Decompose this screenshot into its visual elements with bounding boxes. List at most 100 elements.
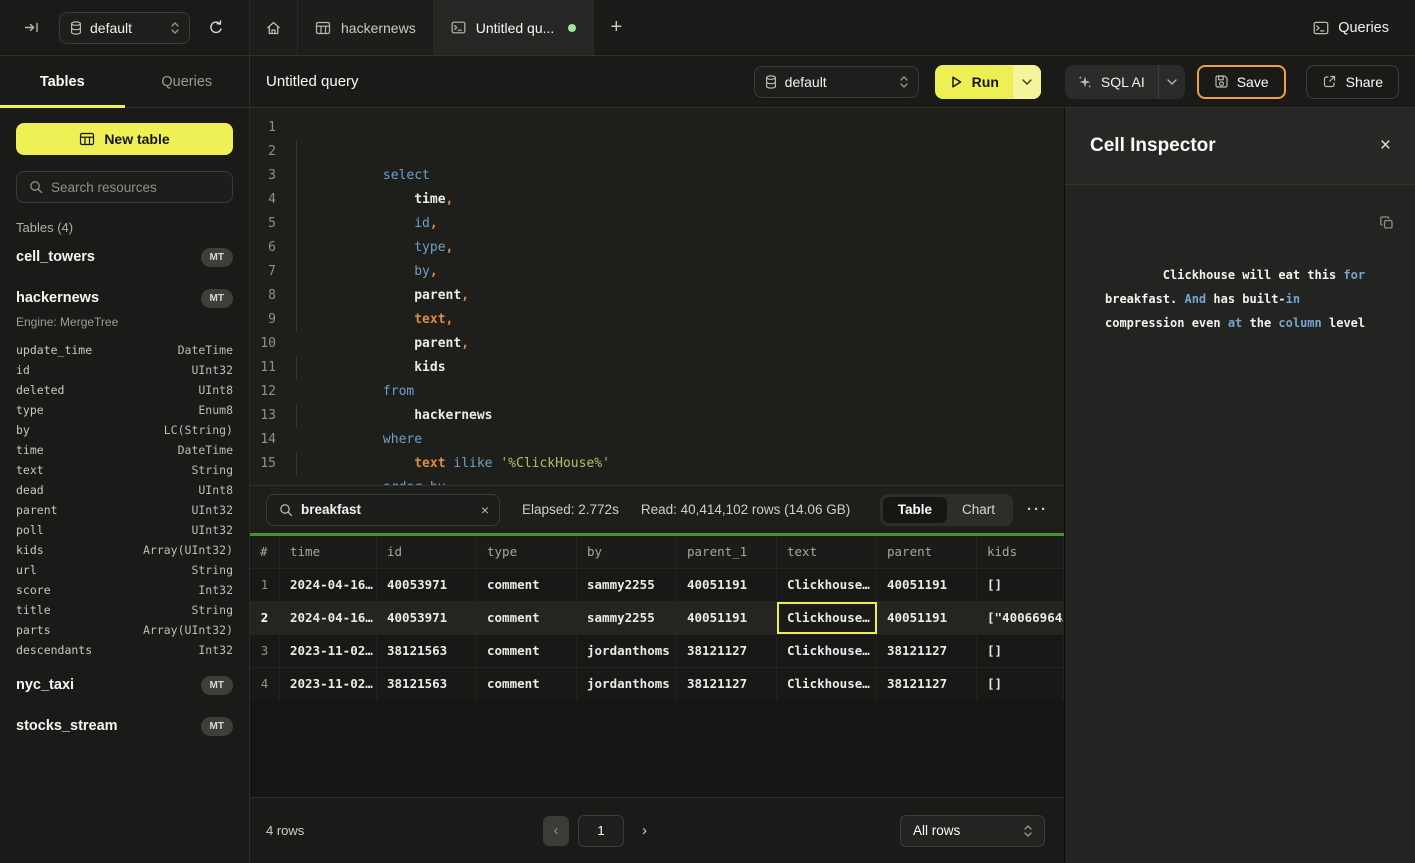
code-line[interactable]: 6 parent, xyxy=(250,236,1064,260)
code-line[interactable]: 8 parent, xyxy=(250,284,1064,308)
code-line[interactable]: 3 id, xyxy=(250,164,1064,188)
code-line[interactable]: 14 order by xyxy=(250,428,1064,452)
more-options-button[interactable]: ··· xyxy=(1027,501,1048,518)
table-cell[interactable]: 4 xyxy=(250,668,280,700)
copy-button[interactable] xyxy=(1379,215,1395,231)
table-cell[interactable]: Clickhouse… xyxy=(777,569,877,601)
table-cell[interactable]: 2 xyxy=(250,602,280,634)
page-size-select[interactable]: All rows xyxy=(900,815,1045,847)
table-cell[interactable]: Clickhouse… xyxy=(777,635,877,667)
table-cell[interactable]: 2023-11-02… xyxy=(280,635,377,667)
sidebar-table-item[interactable]: hackernews MT xyxy=(16,282,233,314)
code-line[interactable]: 13 text ilike '%ClickHouse%' xyxy=(250,404,1064,428)
table-row[interactable]: 22024-04-16…40053971commentsammy22554005… xyxy=(250,601,1064,634)
column-header[interactable]: type xyxy=(477,536,577,568)
column-header[interactable]: kids xyxy=(977,536,1064,568)
search-resources-input[interactable] xyxy=(51,180,222,195)
table-cell[interactable]: 1 xyxy=(250,569,280,601)
table-cell[interactable]: 40051191 xyxy=(677,602,777,634)
column-header[interactable]: id xyxy=(377,536,477,568)
table-cell[interactable]: 40051191 xyxy=(877,569,977,601)
column-header[interactable]: time xyxy=(280,536,377,568)
new-table-button[interactable]: New table xyxy=(16,123,233,155)
table-row[interactable]: 32023-11-02…38121563commentjordanthoms38… xyxy=(250,634,1064,667)
page-number-input[interactable] xyxy=(578,815,624,847)
table-cell[interactable]: 40053971 xyxy=(377,569,477,601)
table-cell[interactable]: 38121127 xyxy=(677,635,777,667)
view-toggle-table[interactable]: Table xyxy=(883,497,947,523)
sidebar-table-item[interactable]: cell_towers MT xyxy=(16,241,233,273)
sql-ai-button[interactable]: SQL AI xyxy=(1065,65,1158,99)
code-line[interactable]: 2 time, xyxy=(250,140,1064,164)
code-line[interactable]: 4 type, xyxy=(250,188,1064,212)
column-header[interactable]: text xyxy=(777,536,877,568)
table-cell[interactable]: 2024-04-16… xyxy=(280,569,377,601)
tab-home[interactable] xyxy=(250,0,298,55)
tab-untitled-query[interactable]: Untitled qu... xyxy=(434,0,595,55)
close-inspector-button[interactable]: × xyxy=(1380,135,1391,157)
sidebar-tab-queries[interactable]: Queries xyxy=(125,56,250,107)
table-row[interactable]: 42023-11-02…38121563commentjordanthoms38… xyxy=(250,667,1064,700)
sql-ai-options-button[interactable] xyxy=(1158,65,1185,99)
code-line[interactable]: 7 text, xyxy=(250,260,1064,284)
code-line[interactable]: 11 hackernews xyxy=(250,356,1064,380)
database-select[interactable]: default xyxy=(59,12,190,44)
table-cell[interactable]: Clickhouse… xyxy=(777,668,877,700)
code-line[interactable]: 5 by, xyxy=(250,212,1064,236)
table-cell[interactable]: [] xyxy=(977,635,1064,667)
table-cell[interactable]: sammy2255 xyxy=(577,602,677,634)
table-cell[interactable]: 38121563 xyxy=(377,635,477,667)
table-cell[interactable]: 2023-11-02… xyxy=(280,668,377,700)
tab-hackernews[interactable]: hackernews xyxy=(298,0,434,55)
table-cell[interactable]: comment xyxy=(477,668,577,700)
table-cell[interactable]: 40051191 xyxy=(877,602,977,634)
table-cell[interactable]: 38121563 xyxy=(377,668,477,700)
table-cell[interactable]: 3 xyxy=(250,635,280,667)
sidebar-tab-tables[interactable]: Tables xyxy=(0,56,125,107)
table-cell[interactable]: 38121127 xyxy=(677,668,777,700)
table-cell[interactable]: 2024-04-16… xyxy=(280,602,377,634)
table-cell[interactable]: [] xyxy=(977,569,1064,601)
column-header[interactable]: by xyxy=(577,536,677,568)
table-row[interactable]: 12024-04-16…40053971commentsammy22554005… xyxy=(250,568,1064,601)
clear-search-button[interactable]: × xyxy=(481,502,489,518)
table-cell[interactable]: 38121127 xyxy=(877,668,977,700)
code-line[interactable]: 9 kids xyxy=(250,308,1064,332)
code-line[interactable]: 15 time desc xyxy=(250,452,1064,476)
queries-shortcut-button[interactable]: Queries xyxy=(1313,0,1415,55)
table-cell[interactable]: 38121127 xyxy=(877,635,977,667)
new-tab-button[interactable]: + xyxy=(594,0,638,55)
code-line[interactable]: 1 select xyxy=(250,116,1064,140)
column-header[interactable]: # xyxy=(250,536,280,568)
save-button[interactable]: Save xyxy=(1197,65,1286,99)
table-cell[interactable]: jordanthoms xyxy=(577,635,677,667)
run-button[interactable]: Run xyxy=(935,65,1013,99)
table-cell[interactable]: comment xyxy=(477,569,577,601)
view-toggle-chart[interactable]: Chart xyxy=(947,497,1010,523)
results-search-input[interactable] xyxy=(301,502,473,517)
sidebar-table-item[interactable]: nyc_taxi MT xyxy=(16,669,233,701)
table-cell[interactable]: comment xyxy=(477,602,577,634)
code-line[interactable]: 10 from xyxy=(250,332,1064,356)
code-line[interactable]: 12 where xyxy=(250,380,1064,404)
table-cell[interactable]: Clickhouse… xyxy=(777,602,877,634)
column-header[interactable]: parent_1 xyxy=(677,536,777,568)
table-cell[interactable]: 40053971 xyxy=(377,602,477,634)
table-cell[interactable]: comment xyxy=(477,635,577,667)
table-cell[interactable]: 40051191 xyxy=(677,569,777,601)
sql-editor[interactable]: 1 select 2 time, 3 xyxy=(250,108,1064,485)
previous-page-button[interactable]: ‹ xyxy=(543,816,569,846)
code-token: , xyxy=(446,312,454,327)
sidebar-collapse-button[interactable] xyxy=(24,21,40,34)
share-button[interactable]: Share xyxy=(1306,65,1399,99)
sidebar-table-item[interactable]: stocks_stream MT xyxy=(16,710,233,742)
table-cell[interactable]: sammy2255 xyxy=(577,569,677,601)
column-header[interactable]: parent xyxy=(877,536,977,568)
table-cell[interactable]: ["40066964… xyxy=(977,602,1064,634)
table-cell[interactable]: jordanthoms xyxy=(577,668,677,700)
table-cell[interactable]: [] xyxy=(977,668,1064,700)
run-options-button[interactable] xyxy=(1013,65,1041,99)
next-page-button[interactable]: › xyxy=(642,822,647,839)
query-database-select[interactable]: default xyxy=(754,66,919,98)
refresh-button[interactable] xyxy=(208,20,224,36)
